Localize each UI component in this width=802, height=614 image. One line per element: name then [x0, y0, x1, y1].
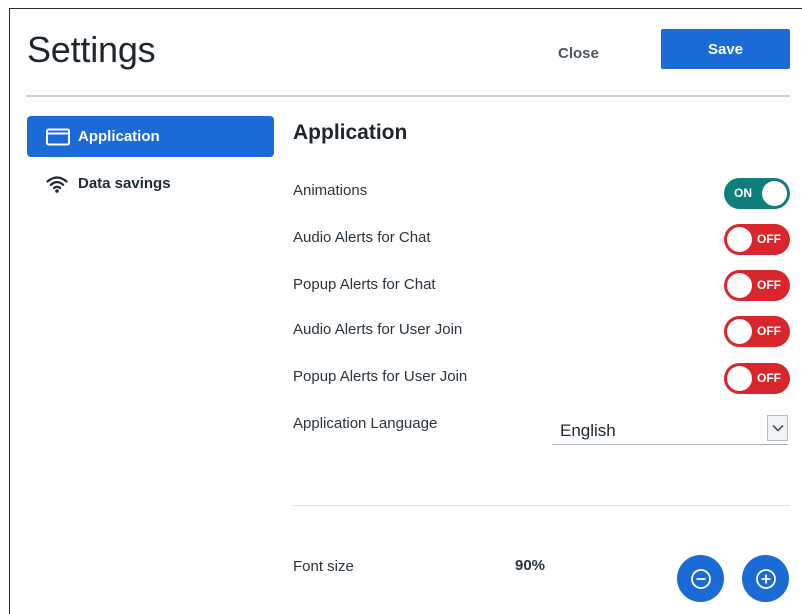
- toggle-state-label: OFF: [757, 232, 781, 246]
- language-select[interactable]: English: [552, 415, 788, 445]
- decrease-font-size-button[interactable]: [677, 555, 724, 602]
- sidebar-item-data-savings[interactable]: Data savings: [27, 163, 274, 204]
- setting-label-popup-alerts-chat: Popup Alerts for Chat: [293, 276, 436, 293]
- toggle-audio-alerts-chat[interactable]: OFF: [724, 224, 790, 255]
- toggle-state-label: OFF: [757, 324, 781, 338]
- toggle-state-label: ON: [734, 186, 752, 200]
- increase-font-size-button[interactable]: [742, 555, 789, 602]
- chevron-down-icon[interactable]: [767, 415, 788, 441]
- font-size-value: 90%: [515, 557, 546, 574]
- toggle-knob: [727, 366, 752, 391]
- plus-circle-icon: [755, 568, 777, 590]
- setting-label-audio-alerts-user-join: Audio Alerts for User Join: [293, 321, 463, 338]
- setting-label-font-size: Font size: [293, 558, 354, 575]
- section-divider: [293, 505, 790, 506]
- toggle-audio-alerts-user-join[interactable]: OFF: [724, 316, 790, 347]
- toggle-state-label: OFF: [757, 278, 781, 292]
- close-button[interactable]: Close: [558, 41, 599, 65]
- toggle-knob: [727, 227, 752, 252]
- toggle-popup-alerts-user-join[interactable]: OFF: [724, 363, 790, 394]
- settings-modal: Settings Close Save Application Data sav…: [9, 8, 802, 614]
- save-button[interactable]: Save: [661, 29, 790, 69]
- setting-label-popup-alerts-user-join: Popup Alerts for User Join: [293, 368, 468, 385]
- toggle-animations[interactable]: ON: [724, 178, 790, 209]
- section-title: Application: [293, 121, 408, 144]
- language-select-value: English: [560, 421, 616, 440]
- page-title: Settings: [27, 29, 156, 70]
- minus-circle-icon: [690, 568, 712, 590]
- sidebar-item-application[interactable]: Application: [27, 116, 274, 157]
- setting-label-application-language: Application Language: [293, 415, 438, 432]
- sidebar-item-label: Application: [78, 128, 160, 145]
- header-divider: [26, 95, 790, 97]
- toggle-state-label: OFF: [757, 371, 781, 385]
- toggle-knob: [762, 181, 787, 206]
- setting-label-audio-alerts-chat: Audio Alerts for Chat: [293, 229, 431, 246]
- wifi-icon: [46, 175, 70, 193]
- toggle-knob: [727, 319, 752, 344]
- toggle-knob: [727, 273, 752, 298]
- toggle-popup-alerts-chat[interactable]: OFF: [724, 270, 790, 301]
- setting-label-animations: Animations: [293, 182, 368, 199]
- sidebar-item-label: Data savings: [78, 175, 171, 192]
- application-window-icon: [46, 128, 70, 146]
